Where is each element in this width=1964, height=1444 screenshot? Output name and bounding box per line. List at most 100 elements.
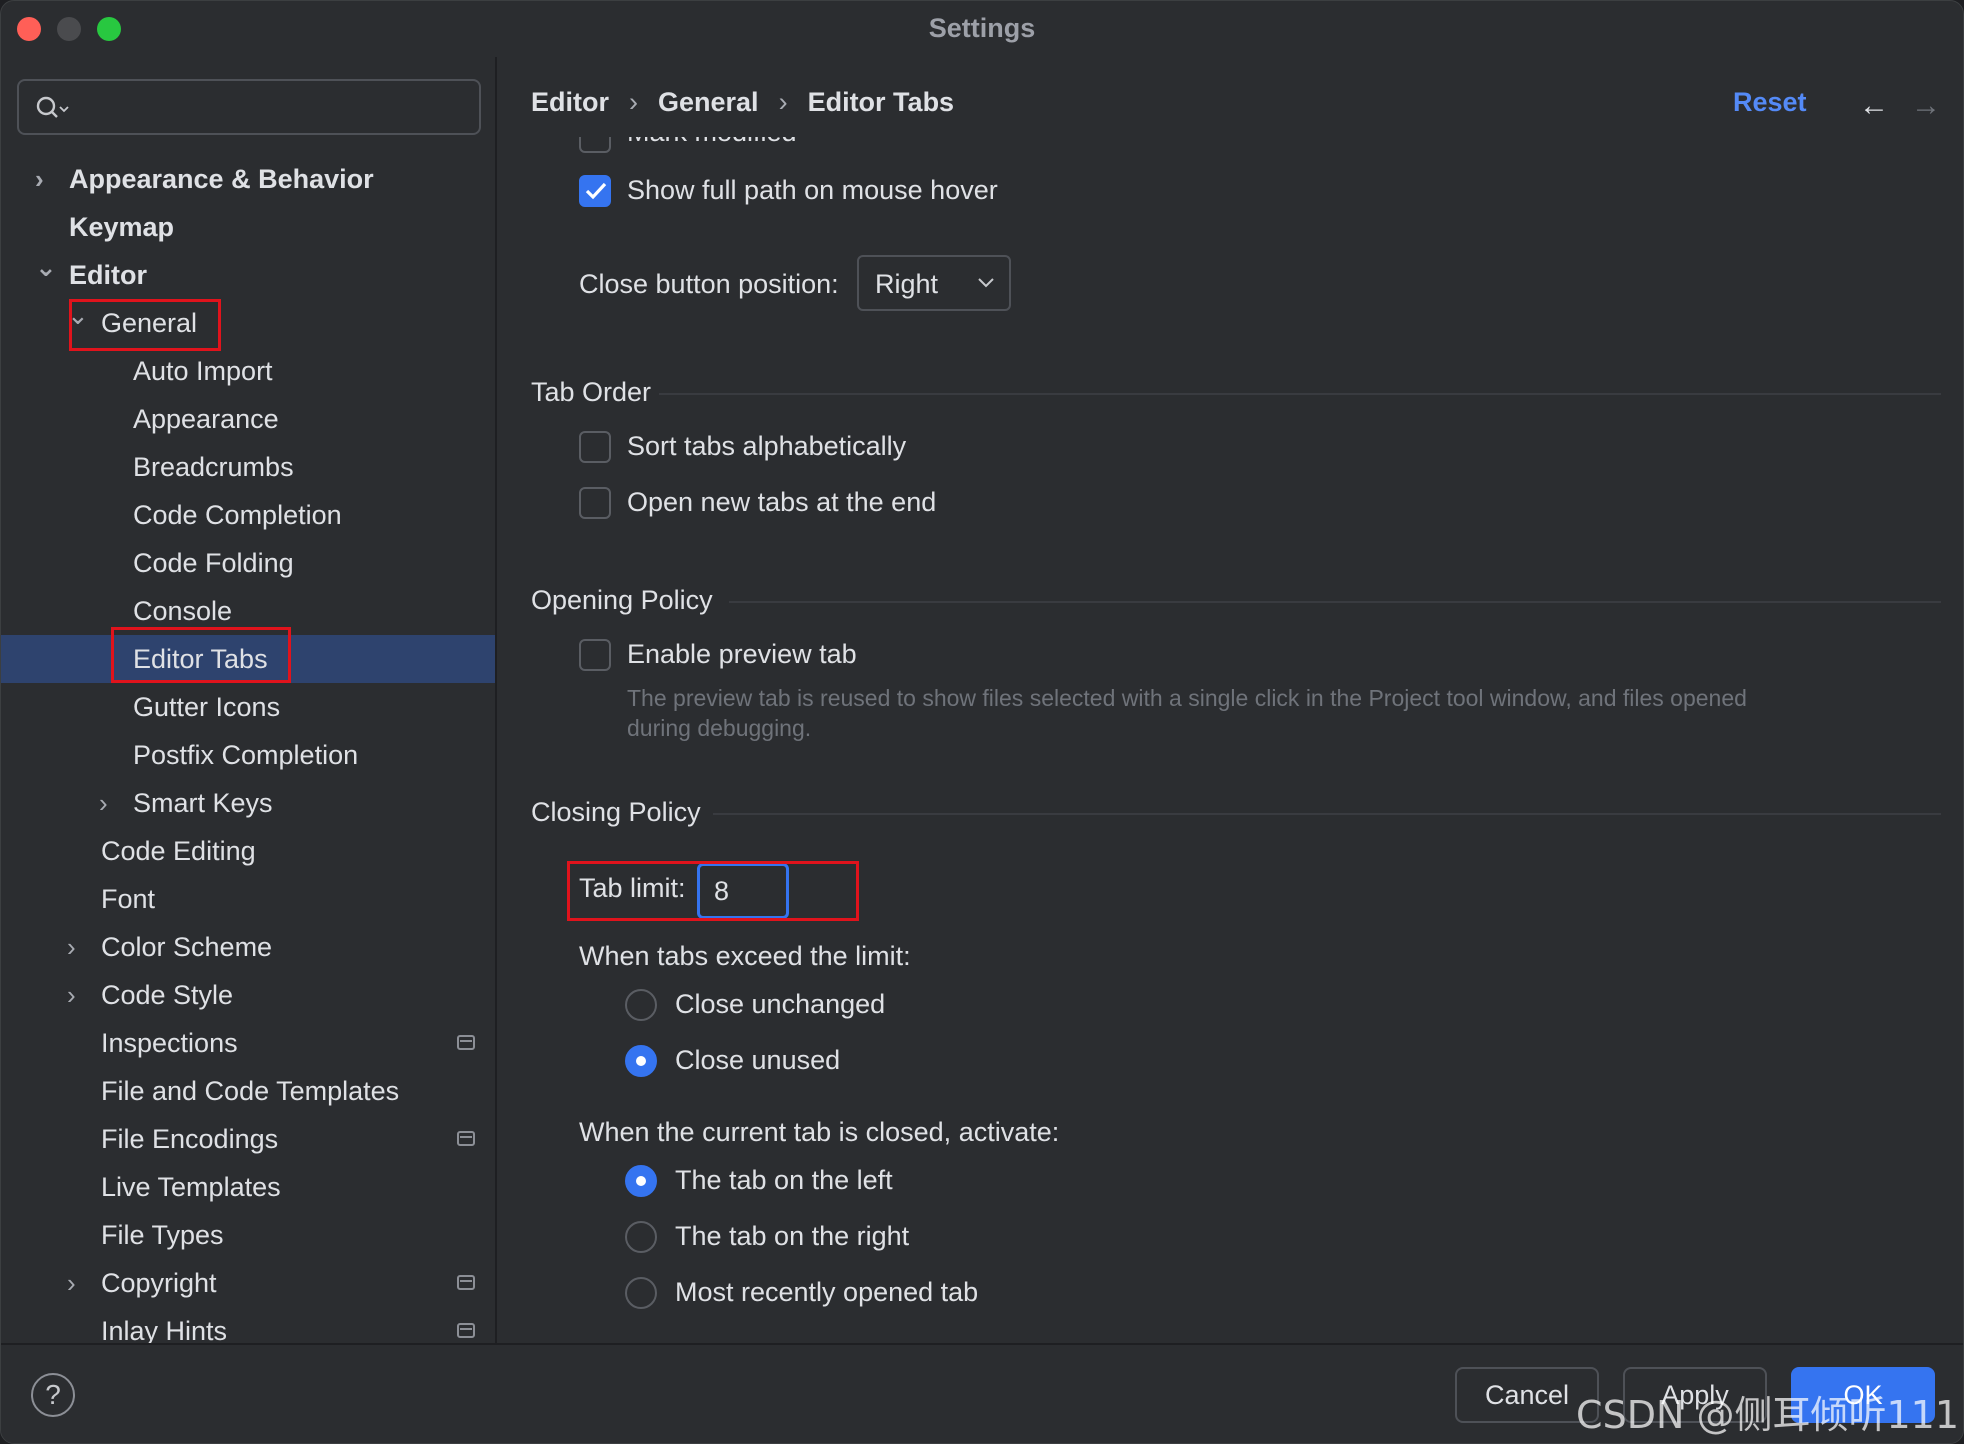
most-recently-opened-radio[interactable]: [625, 1277, 657, 1309]
sidebar-item-file-encodings[interactable]: File Encodings: [1, 1115, 495, 1163]
sidebar-item-code-style[interactable]: › Code Style: [1, 971, 495, 1019]
settings-search-input[interactable]: [17, 79, 481, 135]
sidebar-item-label: Code Completion: [133, 500, 342, 530]
sidebar-item-label: Code Style: [101, 980, 234, 1010]
settings-scroll-area[interactable]: Mark modified Show full path on mouse ho…: [499, 137, 1963, 1343]
sidebar-item-label: File Encodings: [101, 1124, 279, 1154]
sidebar-item-smart-keys[interactable]: › Smart Keys: [1, 779, 495, 827]
settings-content: Editor › General › Editor Tabs Reset ← → Mar…: [499, 57, 1963, 1343]
closing-policy-section-title: Closing Policy: [531, 797, 701, 827]
show-full-path-checkbox[interactable]: [579, 175, 611, 207]
open-new-tabs-at-end-checkbox[interactable]: [579, 487, 611, 519]
tab-on-left-radio[interactable]: [625, 1165, 657, 1197]
project-level-settings-icon: [457, 1275, 475, 1290]
show-full-path-label: Show full path on mouse hover: [627, 175, 998, 205]
sidebar-item-file-types[interactable]: File Types: [1, 1211, 495, 1259]
chevron-right-icon[interactable]: ›: [67, 971, 76, 1019]
sidebar-item-code-completion[interactable]: Code Completion: [1, 491, 495, 539]
tab-on-right-radio[interactable]: [625, 1221, 657, 1253]
sidebar-item-keymap[interactable]: Keymap: [1, 203, 495, 251]
reset-link[interactable]: Reset: [1733, 87, 1807, 118]
tab-on-right-label: The tab on the right: [675, 1221, 910, 1251]
sidebar-item-label: Copyright: [101, 1268, 217, 1298]
breadcrumb-item-editor[interactable]: Editor: [531, 87, 609, 117]
sidebar-item-gutter-icons[interactable]: Gutter Icons: [1, 683, 495, 731]
chevron-down-icon[interactable]: ⌄: [35, 243, 57, 291]
sidebar-item-label: Code Editing: [101, 836, 256, 866]
opening-policy-section-title: Opening Policy: [531, 585, 713, 615]
watermark: CSDN @侧耳倾听111: [1576, 1393, 1959, 1437]
sidebar-item-font[interactable]: Font: [1, 875, 495, 923]
sidebar-item-label: File and Code Templates: [101, 1076, 400, 1106]
close-unused-label: Close unused: [675, 1045, 841, 1075]
project-level-settings-icon: [457, 1323, 475, 1338]
most-recently-opened-label: Most recently opened tab: [675, 1277, 979, 1307]
preview-tab-description: The preview tab is reused to show files …: [627, 685, 1747, 741]
sidebar-item-label: Gutter Icons: [133, 692, 281, 722]
mark-modified-checkbox[interactable]: [579, 137, 611, 153]
project-level-settings-icon: [457, 1035, 475, 1050]
sidebar-item-label: Keymap: [69, 212, 175, 242]
chevron-right-icon: ›: [629, 87, 638, 117]
sidebar-item-file-and-code-templates[interactable]: File and Code Templates: [1, 1067, 495, 1115]
sidebar-item-inspections[interactable]: Inspections: [1, 1019, 495, 1067]
section-divider: [659, 393, 1941, 395]
mark-modified-label: Mark modified: [627, 137, 797, 148]
sidebar-item-breadcrumbs[interactable]: Breadcrumbs: [1, 443, 495, 491]
sidebar-item-label: Code Folding: [133, 548, 294, 578]
enable-preview-tab-label: Enable preview tab: [627, 639, 857, 669]
help-button[interactable]: ?: [31, 1373, 75, 1417]
sidebar-item-live-templates[interactable]: Live Templates: [1, 1163, 495, 1211]
sidebar-item-label: Appearance & Behavior: [69, 164, 374, 194]
sidebar-item-label: Appearance: [133, 404, 279, 434]
sidebar-item-label: Auto Import: [133, 356, 273, 386]
activate-on-close-label: When the current tab is closed, activate…: [579, 1117, 1060, 1147]
breadcrumb-item-general[interactable]: General: [658, 87, 759, 117]
chevron-right-icon[interactable]: ›: [67, 1259, 76, 1307]
sidebar-item-label: Inspections: [101, 1028, 238, 1058]
sort-tabs-alphabetically-label: Sort tabs alphabetically: [627, 431, 907, 461]
title-bar: Settings: [1, 1, 1963, 57]
breadcrumb-item-editor-tabs: Editor Tabs: [807, 87, 955, 117]
annotation-box-tab-limit: [567, 861, 859, 921]
close-button-position-label: Close button position:: [579, 269, 839, 299]
sort-tabs-alphabetically-checkbox[interactable]: [579, 431, 611, 463]
sidebar-item-appearance[interactable]: Appearance: [1, 395, 495, 443]
close-button-position-value: Right: [875, 269, 939, 299]
close-unused-radio[interactable]: [625, 1045, 657, 1077]
dialog-footer: ? Cancel Apply OK CSDN @侧耳倾听111: [1, 1343, 1963, 1443]
annotation-box-general: [69, 299, 221, 351]
arrow-right-icon[interactable]: →: [1911, 89, 1941, 123]
tab-on-left-label: The tab on the left: [675, 1165, 893, 1195]
breadcrumb: Editor › General › Editor Tabs: [531, 87, 954, 118]
sidebar-item-label: File Types: [101, 1220, 224, 1250]
chevron-right-icon[interactable]: ›: [67, 923, 76, 971]
chevron-right-icon[interactable]: ›: [35, 155, 44, 203]
open-new-tabs-at-end-label: Open new tabs at the end: [627, 487, 937, 517]
sidebar-item-code-editing[interactable]: Code Editing: [1, 827, 495, 875]
enable-preview-tab-checkbox[interactable]: [579, 639, 611, 671]
sidebar-item-copyright[interactable]: › Copyright: [1, 1259, 495, 1307]
project-level-settings-icon: [457, 1131, 475, 1146]
annotation-box-editor-tabs: [111, 627, 291, 683]
section-divider: [729, 601, 1941, 603]
sidebar-item-label: Postfix Completion: [133, 740, 359, 770]
sidebar-item-auto-import[interactable]: Auto Import: [1, 347, 495, 395]
section-divider: [713, 813, 1941, 815]
sidebar-item-color-scheme[interactable]: › Color Scheme: [1, 923, 495, 971]
checkmark-icon: [585, 182, 607, 200]
close-unchanged-label: Close unchanged: [675, 989, 886, 1019]
sidebar-item-appearance-behavior[interactable]: › Appearance & Behavior: [1, 155, 495, 203]
sidebar-item-code-folding[interactable]: Code Folding: [1, 539, 495, 587]
close-button-position-dropdown[interactable]: Right: [857, 255, 1011, 311]
close-unchanged-radio[interactable]: [625, 989, 657, 1021]
search-icon: [36, 96, 69, 118]
settings-sidebar: › Appearance & Behavior Keymap ⌄ Editor ⌄ Gene…: [1, 57, 497, 1346]
sidebar-item-label: Live Templates: [101, 1172, 281, 1202]
tab-order-section-title: Tab Order: [531, 377, 652, 407]
exceed-limit-label: When tabs exceed the limit:: [579, 941, 911, 971]
chevron-down-icon: [978, 278, 994, 288]
sidebar-item-postfix-completion[interactable]: Postfix Completion: [1, 731, 495, 779]
arrow-left-icon[interactable]: ←: [1859, 89, 1889, 123]
chevron-right-icon[interactable]: ›: [99, 779, 108, 827]
